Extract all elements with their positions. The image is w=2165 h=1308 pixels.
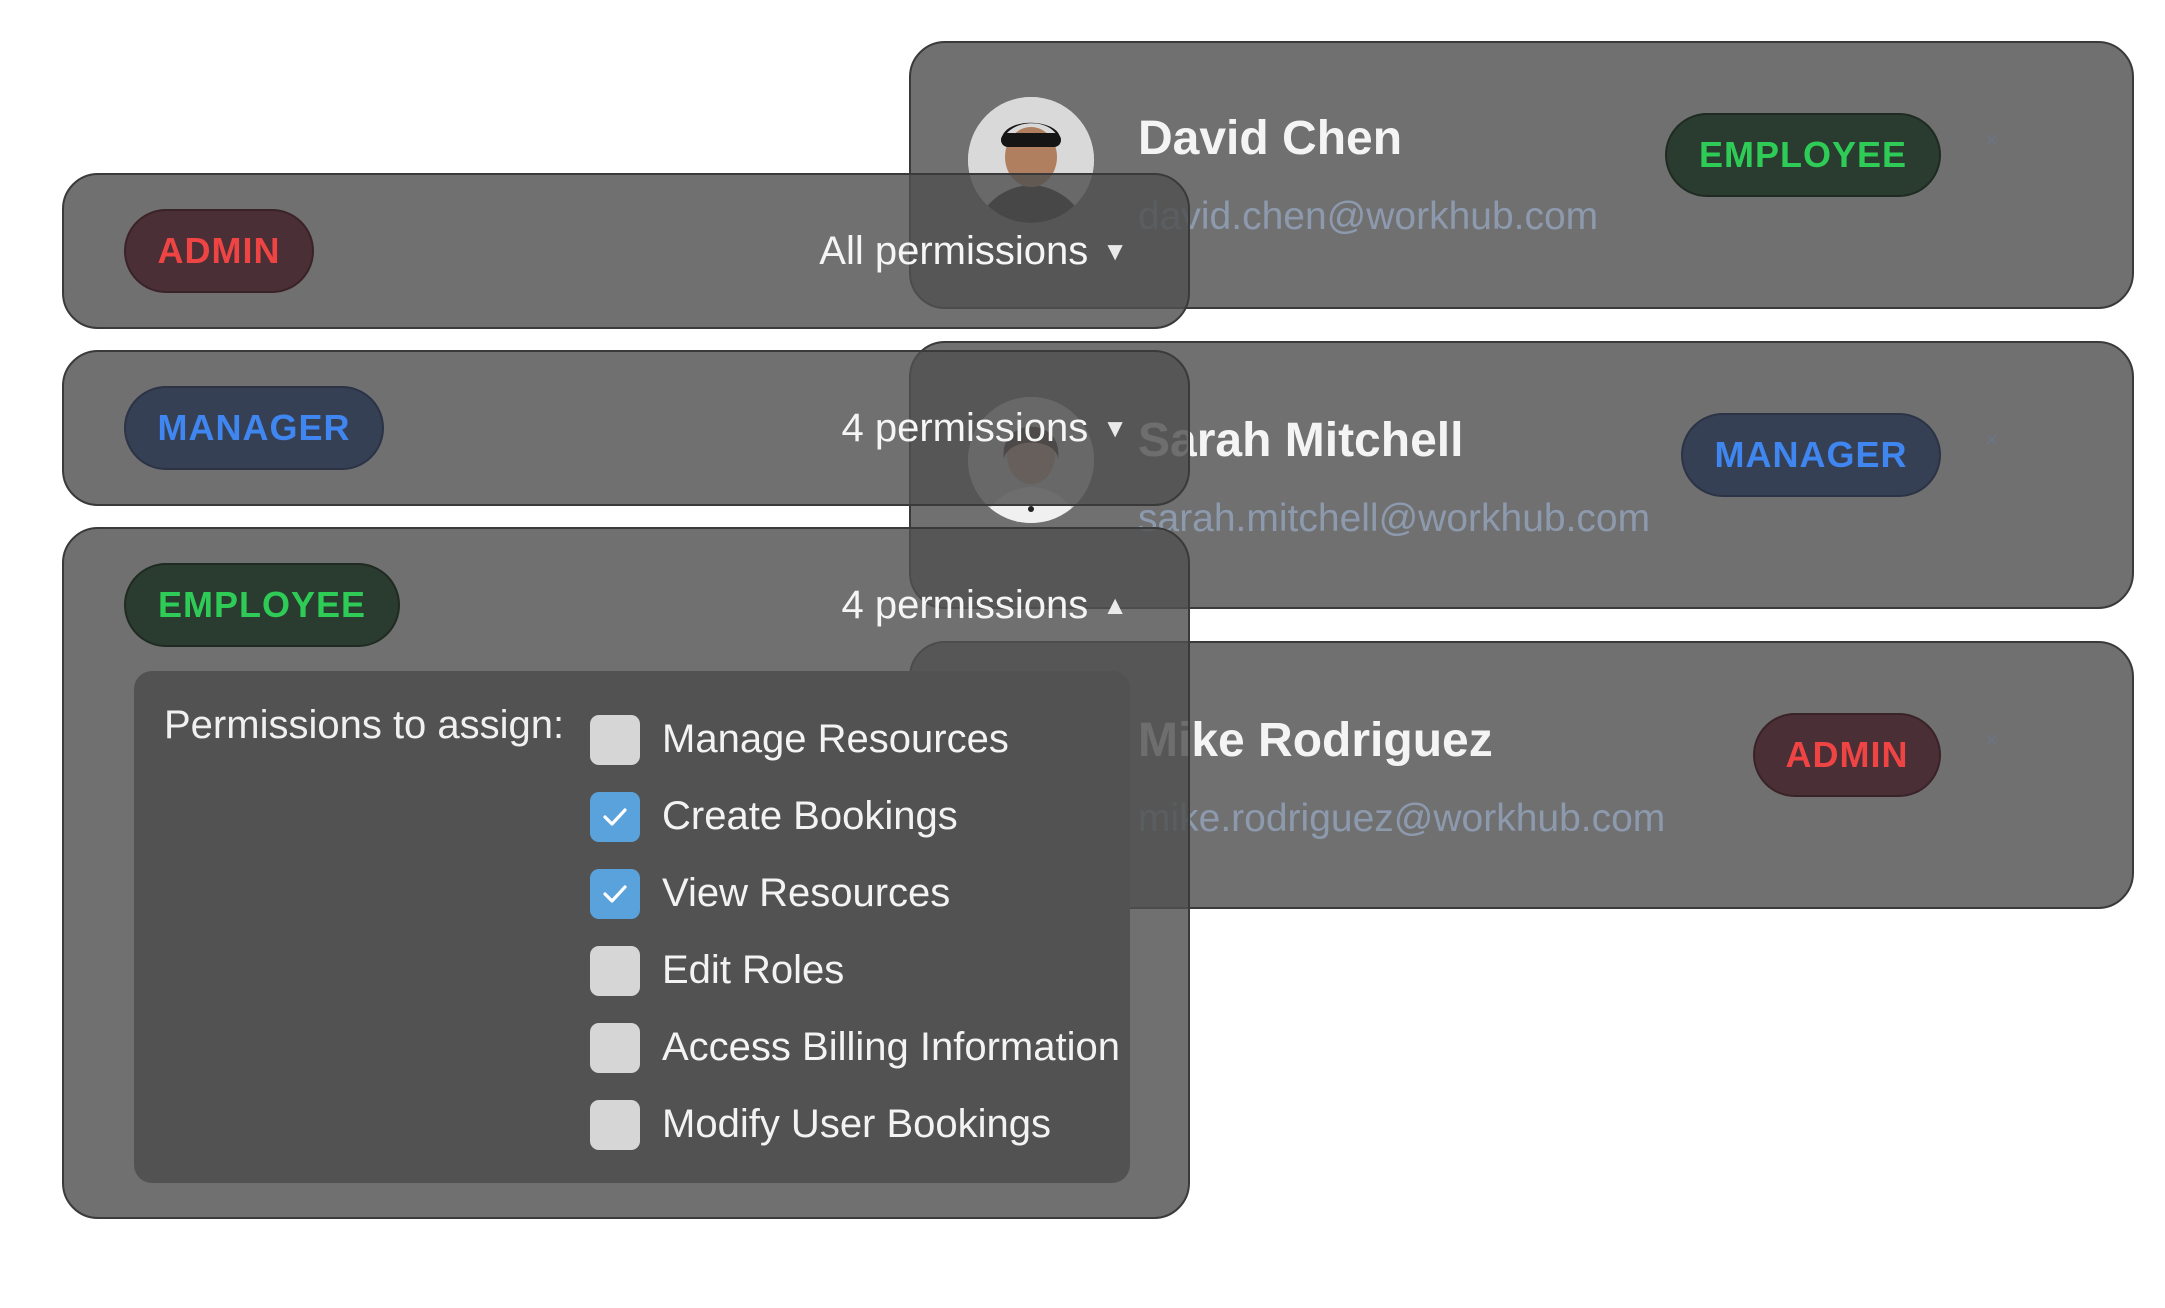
checkbox-view-resources[interactable] (590, 868, 640, 919)
checkbox-modify-user-bookings[interactable] (590, 1099, 640, 1150)
role-card-manager: MANAGER 4 permissions ▼ (62, 350, 1190, 506)
chevron-down-icon: ▼ (1102, 236, 1128, 266)
permission-label: View Resources (662, 871, 951, 915)
close-icon[interactable]: × (1985, 727, 1998, 753)
user-name: Mike Rodriguez (1138, 714, 1493, 767)
permission-label: Access Billing Information (662, 1025, 1120, 1069)
role-badge-manager[interactable]: MANAGER (1681, 413, 1941, 497)
permission-item[interactable]: Create Bookings (590, 778, 1120, 855)
permission-label: Edit Roles (662, 948, 845, 992)
checkbox-manage-resources[interactable] (590, 714, 640, 765)
checkbox-create-bookings[interactable] (590, 791, 640, 842)
role-badge-manager: MANAGER (124, 386, 384, 470)
checkbox-access-billing[interactable] (590, 1022, 640, 1073)
permissions-count: All permissions (819, 229, 1089, 273)
role-card-admin: ADMIN All permissions ▼ (62, 173, 1190, 329)
permissions-count: 4 permissions (841, 583, 1089, 627)
permission-item[interactable]: Modify User Bookings (590, 1086, 1120, 1163)
checkbox-edit-roles[interactable] (590, 945, 640, 996)
checkmark-icon (603, 884, 627, 903)
permissions-count: 4 permissions (841, 406, 1089, 450)
permissions-label: Permissions to assign: (164, 703, 565, 747)
permission-item[interactable]: Edit Roles (590, 932, 1120, 1009)
role-card-employee: EMPLOYEE 4 permissions ▲ Permissions to … (62, 527, 1190, 1219)
user-email: david.chen@workhub.com (1138, 195, 1599, 238)
permission-item[interactable]: Access Billing Information (590, 1009, 1120, 1086)
checkmark-icon (603, 807, 627, 826)
user-email: mike.rodriguez@workhub.com (1138, 797, 1666, 840)
user-name: David Chen (1138, 112, 1403, 165)
permissions-dropdown[interactable]: All permissions ▼ (819, 229, 1128, 274)
role-badge-admin: ADMIN (124, 209, 314, 293)
permission-item[interactable]: View Resources (590, 855, 1120, 932)
user-email: sarah.mitchell@workhub.com (1138, 497, 1651, 540)
close-icon[interactable]: × (1985, 127, 1998, 153)
chevron-up-icon: ▲ (1102, 590, 1128, 620)
permissions-list: Manage Resources Create Bookings View Re… (590, 701, 1120, 1163)
role-badge-employee[interactable]: EMPLOYEE (1665, 113, 1941, 197)
close-icon[interactable]: × (1985, 427, 1998, 453)
permission-label: Manage Resources (662, 717, 1009, 761)
permission-label: Modify User Bookings (662, 1102, 1052, 1146)
role-badge-employee: EMPLOYEE (124, 563, 400, 647)
permission-item[interactable]: Manage Resources (590, 701, 1120, 778)
permissions-dropdown[interactable]: 4 permissions ▲ (842, 583, 1129, 628)
permission-label: Create Bookings (662, 794, 958, 838)
permissions-panel: Permissions to assign: Manage Resources … (134, 671, 1130, 1183)
permissions-dropdown[interactable]: 4 permissions ▼ (842, 406, 1129, 451)
role-badge-admin[interactable]: ADMIN (1753, 713, 1941, 797)
chevron-down-icon: ▼ (1102, 413, 1128, 443)
